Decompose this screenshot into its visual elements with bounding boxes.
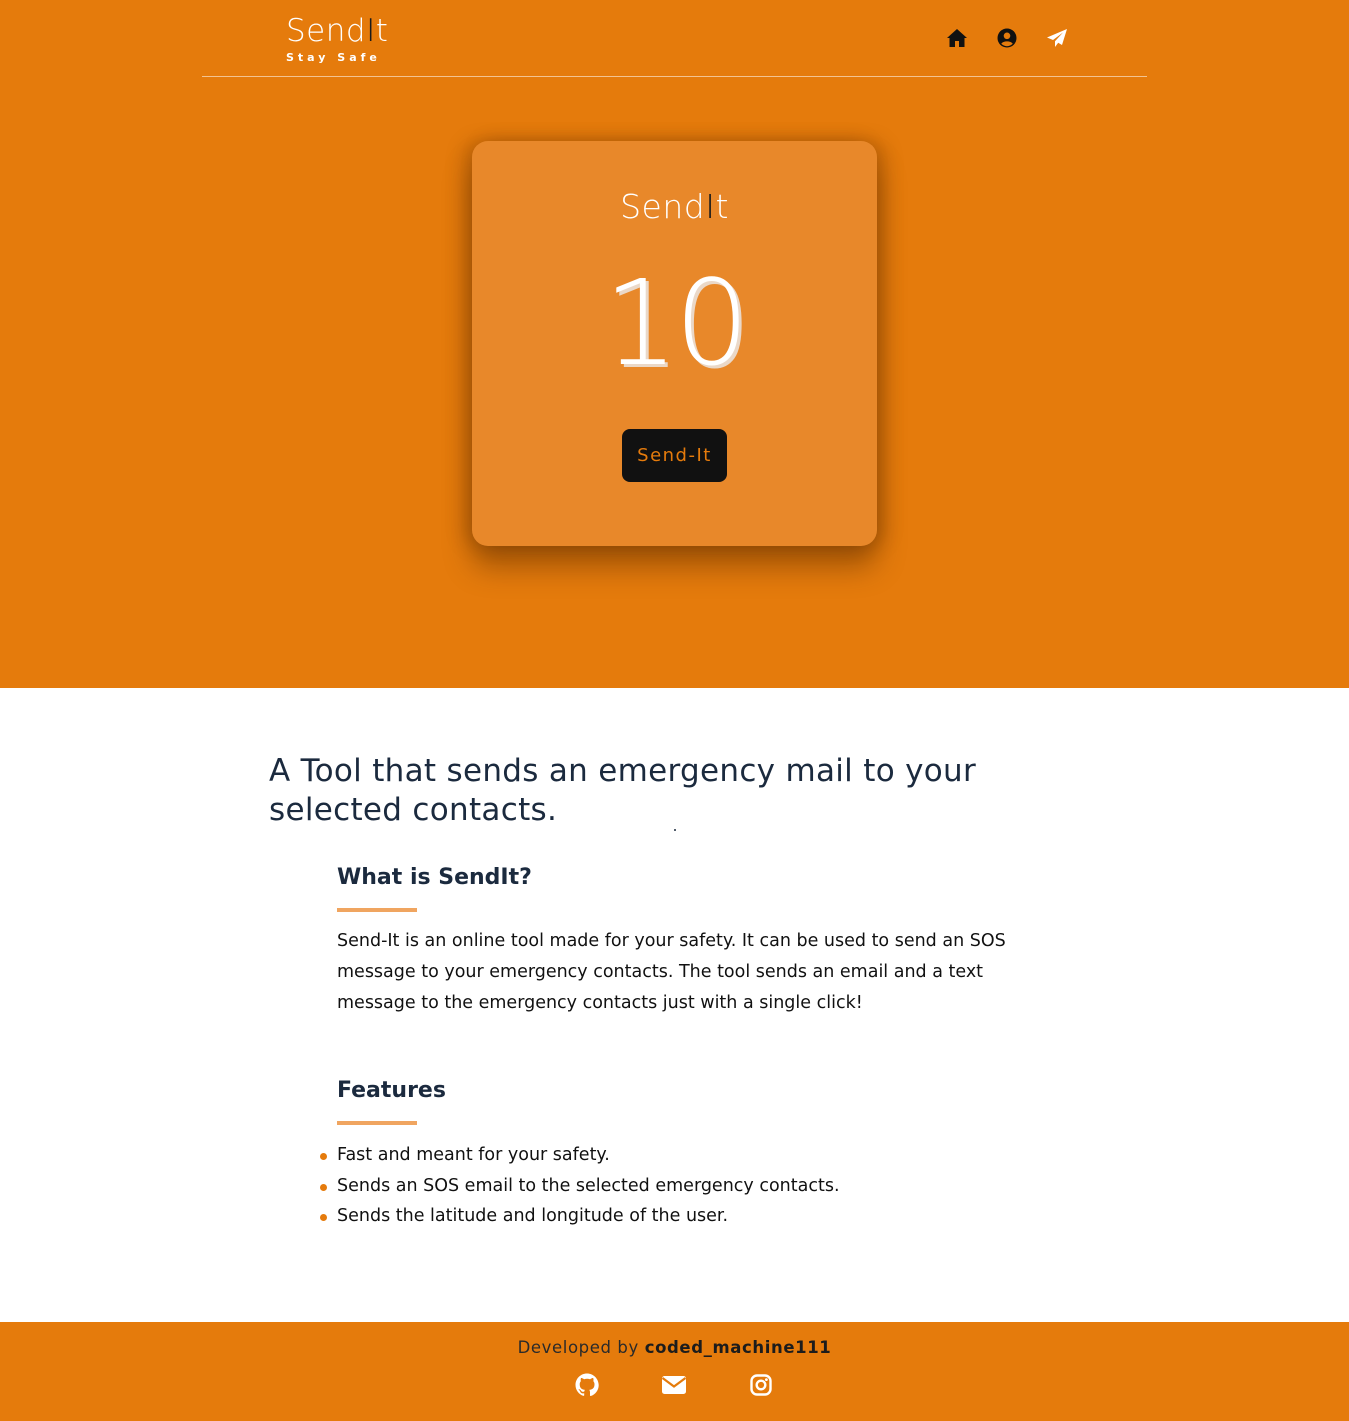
footer-icons [574, 1372, 774, 1398]
navbar: SendIt Stay Safe [202, 0, 1147, 77]
features-section: Features Fast and meant for your safety.… [320, 1077, 1017, 1232]
about-section: What is SendIt? Send-It is an online too… [337, 864, 1017, 1019]
card-brand: SendIt [620, 187, 729, 226]
feature-item: Fast and meant for your safety. [320, 1140, 1017, 1171]
features-title: Features [337, 1078, 446, 1103]
hero-section: SendIt Stay Safe SendIt 10 Send-It [0, 0, 1349, 688]
main-content: A Tool that sends an emergency mail to y… [0, 688, 1349, 1322]
features-underline [337, 1121, 417, 1125]
page-headline: A Tool that sends an emergency mail to y… [269, 753, 977, 828]
feature-item: Sends the latitude and longitude of the … [320, 1201, 1017, 1232]
brand-logo[interactable]: SendIt Stay Safe [286, 12, 388, 65]
about-underline [337, 908, 417, 912]
brand-tagline: Stay Safe [286, 51, 381, 64]
countdown-number: 10 [603, 254, 749, 392]
about-title: What is SendIt? [337, 865, 532, 890]
features-list: Fast and meant for your safety. Sends an… [320, 1140, 1017, 1232]
footer-credit: Developed by coded_machine111 [517, 1338, 832, 1357]
home-icon[interactable] [945, 26, 969, 50]
instagram-icon[interactable] [748, 1372, 774, 1398]
brand-name: SendIt [286, 13, 389, 49]
paper-plane-icon[interactable] [1045, 26, 1069, 50]
envelope-icon[interactable] [661, 1372, 687, 1398]
send-it-button[interactable]: Send-It [622, 429, 727, 482]
nav-icons [945, 24, 1069, 52]
feature-item: Sends an SOS email to the selected emerg… [320, 1171, 1017, 1202]
user-circle-icon[interactable] [995, 26, 1019, 50]
divider-dot [674, 829, 676, 831]
developer-name[interactable]: coded_machine111 [645, 1338, 832, 1357]
about-text: Send-It is an online tool made for your … [337, 931, 1006, 1013]
github-icon[interactable] [574, 1372, 600, 1398]
countdown-card: SendIt 10 Send-It [472, 141, 877, 546]
footer: Developed by coded_machine111 [0, 1322, 1349, 1421]
